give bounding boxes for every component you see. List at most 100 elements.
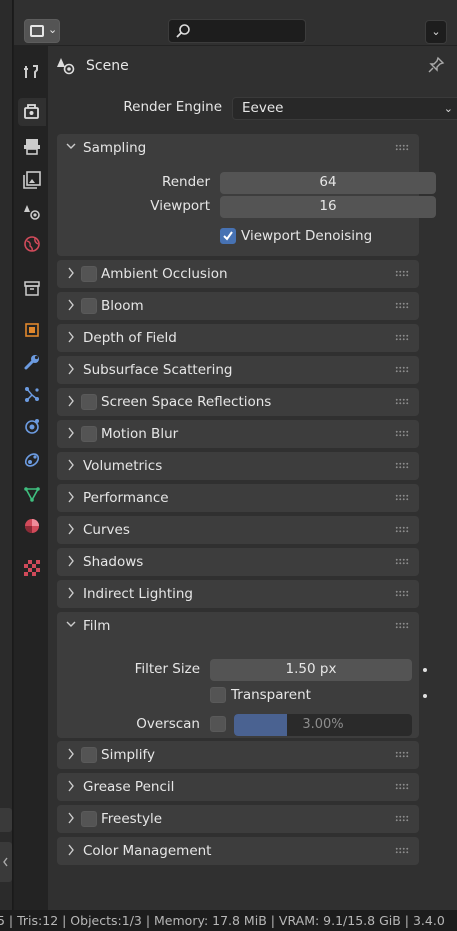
panel-simplify-header[interactable]: Simplify xyxy=(57,741,419,769)
panel-depth-of-field-header[interactable]: Depth of Field xyxy=(57,324,419,352)
panel-title: Color Management xyxy=(83,843,212,859)
context-breadcrumb: Scene xyxy=(56,54,129,78)
drag-handle-icon[interactable] xyxy=(395,334,409,341)
enable-checkbox[interactable] xyxy=(81,426,97,442)
constraints-icon xyxy=(24,453,40,467)
tab-physics[interactable] xyxy=(18,412,46,440)
tab-material[interactable] xyxy=(18,512,46,540)
drag-handle-icon[interactable] xyxy=(395,366,409,373)
chevron-right-icon xyxy=(68,844,74,856)
panel-title: Motion Blur xyxy=(101,426,179,442)
filter-size-label: Filter Size xyxy=(134,661,200,677)
panel-film-header[interactable]: Film xyxy=(57,612,419,640)
panel-sampling: Sampling Render 64 Viewport 16 Viewport … xyxy=(57,134,436,256)
panel-subsurface-scattering-header[interactable]: Subsurface Scattering xyxy=(57,356,419,384)
panel-volumetrics: Volumetrics xyxy=(57,452,419,480)
tab-render[interactable] xyxy=(18,98,46,126)
search-icon xyxy=(176,24,190,38)
panel-title: Shadows xyxy=(83,554,144,570)
tab-scene[interactable] xyxy=(18,198,46,226)
panel-volumetrics-header[interactable]: Volumetrics xyxy=(57,452,419,480)
panel-grease-pencil-header[interactable]: Grease Pencil xyxy=(57,773,419,801)
enable-checkbox[interactable] xyxy=(81,266,97,282)
chevron-right-icon xyxy=(68,331,74,343)
enable-checkbox[interactable] xyxy=(81,394,97,410)
adjacent-editor-edge xyxy=(0,0,13,910)
panel-shadows-header[interactable]: Shadows xyxy=(57,548,419,576)
drag-handle-icon[interactable] xyxy=(395,783,409,790)
viewport-samples-field[interactable]: 16 xyxy=(220,196,436,218)
tab-view-layer[interactable] xyxy=(18,166,46,194)
drag-handle-icon[interactable] xyxy=(395,462,409,469)
overscan-label: Overscan xyxy=(136,716,200,732)
tab-world[interactable] xyxy=(18,230,46,258)
drag-handle-icon[interactable] xyxy=(395,815,409,822)
drag-handle-icon[interactable] xyxy=(395,558,409,565)
enable-checkbox[interactable] xyxy=(81,298,97,314)
panel-ambient-occlusion-header[interactable]: Ambient Occlusion xyxy=(57,260,419,288)
drag-handle-icon[interactable] xyxy=(395,751,409,758)
render-engine-value: Eevee xyxy=(242,100,284,116)
status-bar: 5 | Tris:12 | Objects:1/3 | Memory: 17.8… xyxy=(0,910,457,931)
panel-motion-blur-header[interactable]: Motion Blur xyxy=(57,420,419,448)
panel-title: Curves xyxy=(83,522,130,538)
render-engine-dropdown[interactable]: Eevee ⌄ xyxy=(232,97,457,120)
panel-simplify: Simplify xyxy=(57,741,419,769)
panel-bloom-header[interactable]: Bloom xyxy=(57,292,419,320)
adjacent-editor-widget[interactable] xyxy=(0,808,12,832)
drag-handle-icon[interactable] xyxy=(395,526,409,533)
tab-data[interactable] xyxy=(18,480,46,508)
panel-title: Subsurface Scattering xyxy=(83,362,233,378)
render-samples-label: Render xyxy=(161,174,210,190)
transparent-checkbox[interactable] xyxy=(210,687,226,703)
panel-indirect-lighting-header[interactable]: Indirect Lighting xyxy=(57,580,419,608)
output-icon xyxy=(24,139,40,155)
render-samples-field[interactable]: 64 xyxy=(220,172,436,194)
drag-handle-icon[interactable] xyxy=(395,430,409,437)
filter-size-field[interactable]: 1.50 px xyxy=(210,659,412,681)
editor-type-button[interactable]: ⌄ xyxy=(24,19,60,43)
viewport-denoising-checkbox[interactable] xyxy=(220,228,236,244)
chevron-down-icon: ⌄ xyxy=(443,102,453,115)
panel-motion-blur: Motion Blur xyxy=(57,420,419,448)
options-dropdown-button[interactable]: ⌄ xyxy=(425,20,447,44)
tab-object[interactable] xyxy=(18,316,46,344)
enable-checkbox[interactable] xyxy=(81,811,97,827)
tab-tool[interactable] xyxy=(18,58,46,86)
overscan-checkbox[interactable] xyxy=(210,716,226,732)
tab-particles[interactable] xyxy=(18,380,46,408)
enable-checkbox[interactable] xyxy=(81,747,97,763)
drag-handle-icon[interactable] xyxy=(395,590,409,597)
panel-title: Simplify xyxy=(101,747,156,763)
drag-handle-icon[interactable] xyxy=(395,847,409,854)
tab-constraints[interactable] xyxy=(18,446,46,474)
keyframe-dot-icon[interactable] xyxy=(423,694,427,698)
tab-output[interactable] xyxy=(18,132,46,160)
panel-freestyle-header[interactable]: Freestyle xyxy=(57,805,419,833)
tab-texture[interactable] xyxy=(18,554,46,582)
overscan-slider[interactable]: 3.00% xyxy=(234,714,412,736)
panel-curves-header[interactable]: Curves xyxy=(57,516,419,544)
tab-collection[interactable] xyxy=(18,274,46,302)
drag-handle-icon[interactable] xyxy=(395,398,409,405)
pin-icon[interactable] xyxy=(427,56,445,74)
panel-color-management-header[interactable]: Color Management xyxy=(57,837,419,865)
drag-handle-icon[interactable] xyxy=(395,494,409,501)
panel-sampling-header[interactable]: Sampling xyxy=(57,134,419,162)
editor-header: ⌄ ⌄ xyxy=(14,0,457,46)
scene-icon xyxy=(57,58,75,75)
drag-handle-icon[interactable] xyxy=(395,302,409,309)
drag-handle-icon[interactable] xyxy=(395,144,409,151)
tab-modifiers[interactable] xyxy=(18,348,46,376)
drag-handle-icon[interactable] xyxy=(395,622,409,629)
panel-screen-space-reflections-header[interactable]: Screen Space Reflections xyxy=(57,388,419,416)
drag-handle-icon[interactable] xyxy=(395,270,409,277)
properties-content: Scene Render Engine Eevee ⌄ Sampling Ren… xyxy=(48,46,457,910)
search-input[interactable] xyxy=(168,19,306,43)
panel-title: Indirect Lighting xyxy=(83,586,193,602)
keyframe-dot-icon[interactable] xyxy=(423,668,427,672)
panel-performance-header[interactable]: Performance xyxy=(57,484,419,512)
view-layer-icon xyxy=(23,171,41,189)
adjacent-editor-collapse[interactable] xyxy=(0,842,12,882)
panel-title: Ambient Occlusion xyxy=(101,266,228,282)
